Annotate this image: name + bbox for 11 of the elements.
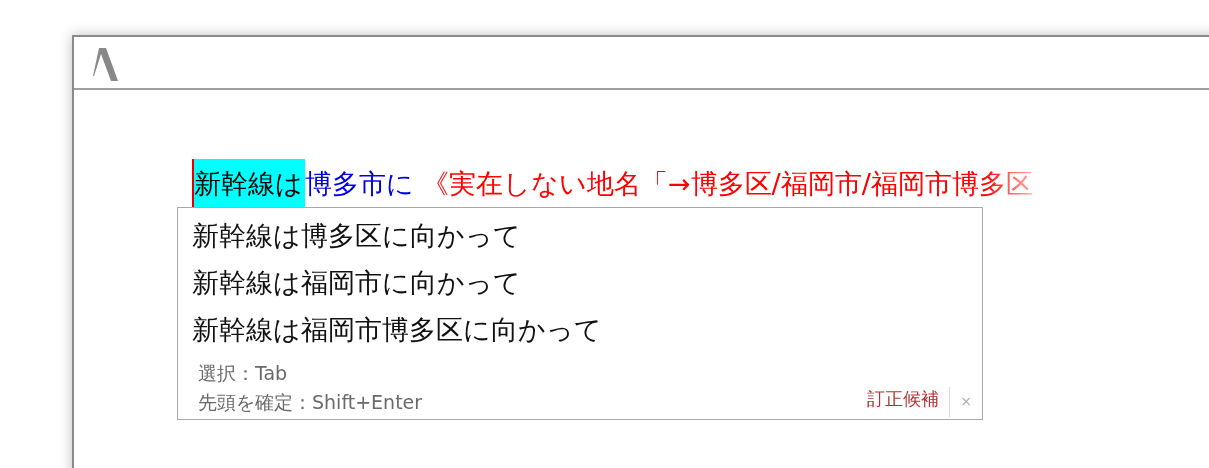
suggestion-item[interactable]: 新幹線は福岡市に向かって — [192, 259, 982, 306]
flagged-text: 博多市に — [305, 166, 415, 201]
shortcut-hint: 先頭を確定：Shift+Enter — [198, 390, 424, 415]
correction-note: 《実在しない地名「→博多区/福岡市/福岡市博多区 — [422, 166, 1033, 201]
logo-icon — [91, 46, 119, 82]
highlighted-text: 新幹線は — [194, 159, 305, 207]
popup-label: 訂正候補 — [867, 387, 951, 417]
shortcut-hint: 選択：Tab — [198, 361, 289, 386]
suggestion-item[interactable]: 新幹線は福岡市博多区に向かって — [192, 306, 982, 353]
text-caret — [192, 159, 194, 207]
suggestion-item[interactable]: 新幹線は博多区に向かって — [192, 212, 982, 259]
